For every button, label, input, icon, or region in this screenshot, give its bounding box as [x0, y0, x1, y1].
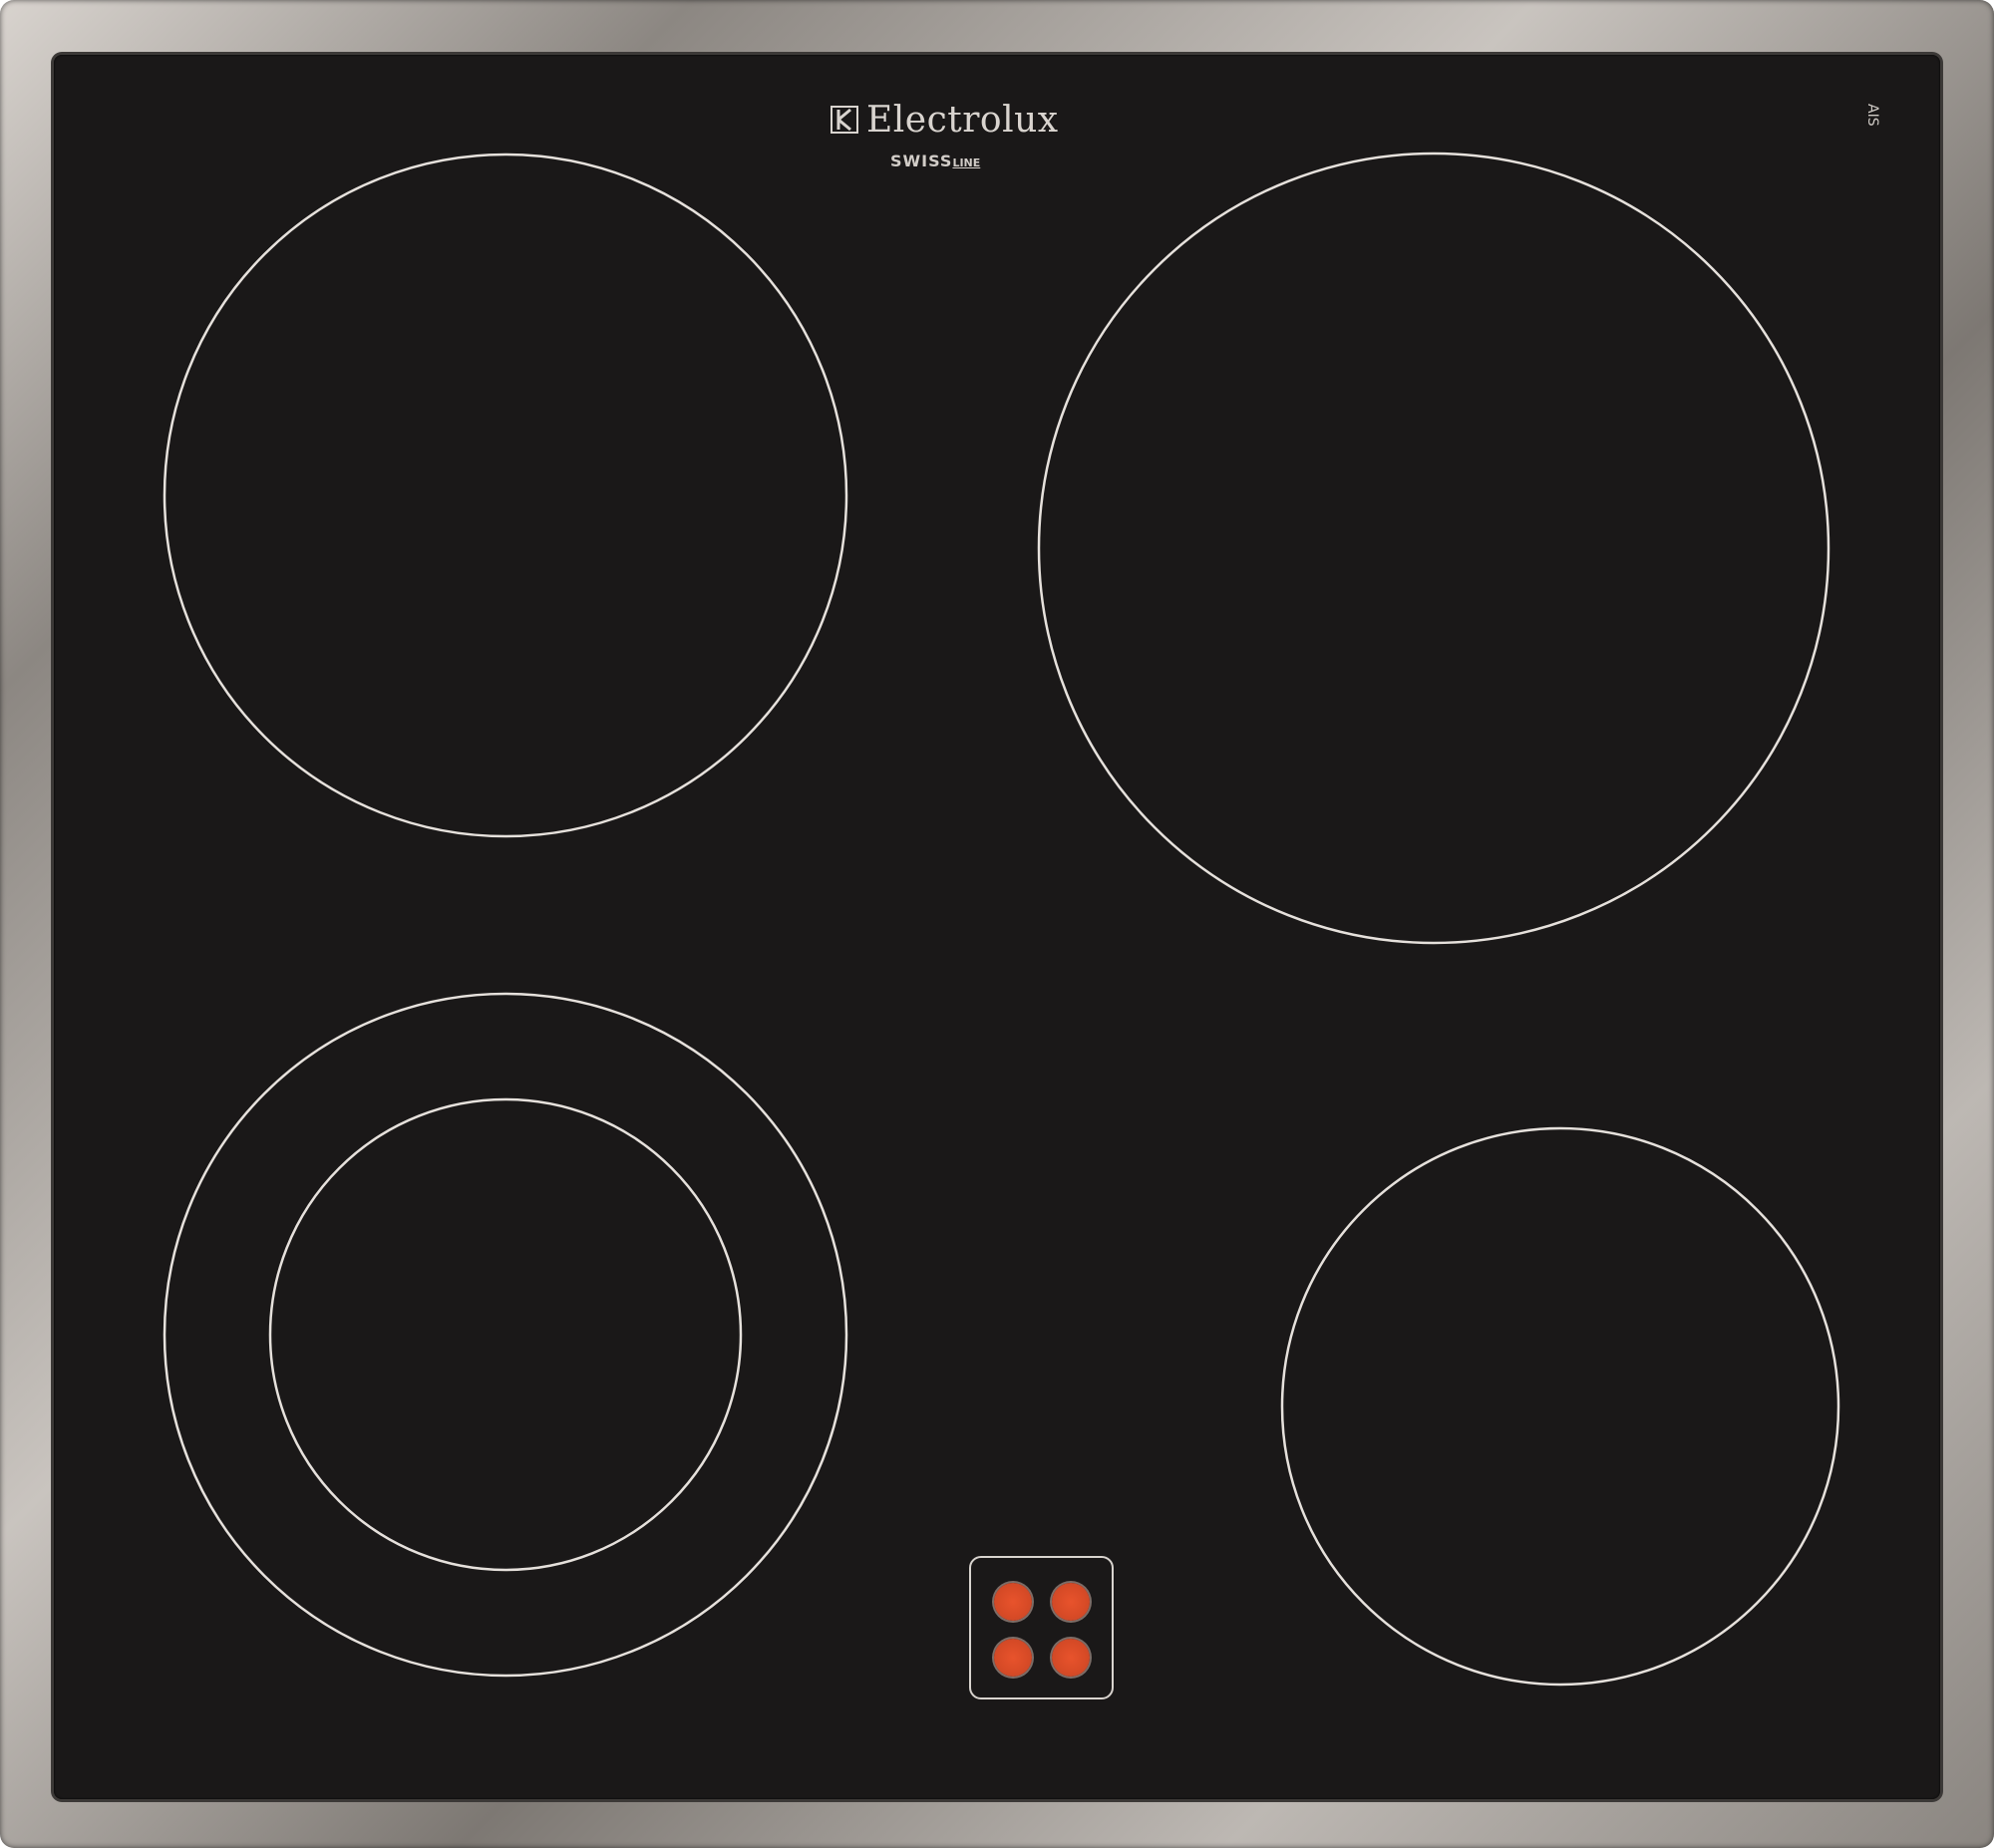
- cooking-zone-front-left-outer: [163, 992, 848, 1678]
- cooking-zone-front-left-inner: [268, 1097, 743, 1572]
- indicator-light-front-right: [1052, 1639, 1090, 1677]
- indicator-light-rear-right: [1052, 1583, 1090, 1621]
- heat-indicator-panel: [969, 1556, 1114, 1699]
- indicator-light-front-left: [994, 1639, 1032, 1677]
- cooking-zone-front-right: [1280, 1126, 1840, 1687]
- indicator-light-rear-left: [994, 1583, 1032, 1621]
- cooking-zone-rear-right: [1037, 152, 1830, 945]
- cooking-zone-rear-left: [163, 153, 848, 838]
